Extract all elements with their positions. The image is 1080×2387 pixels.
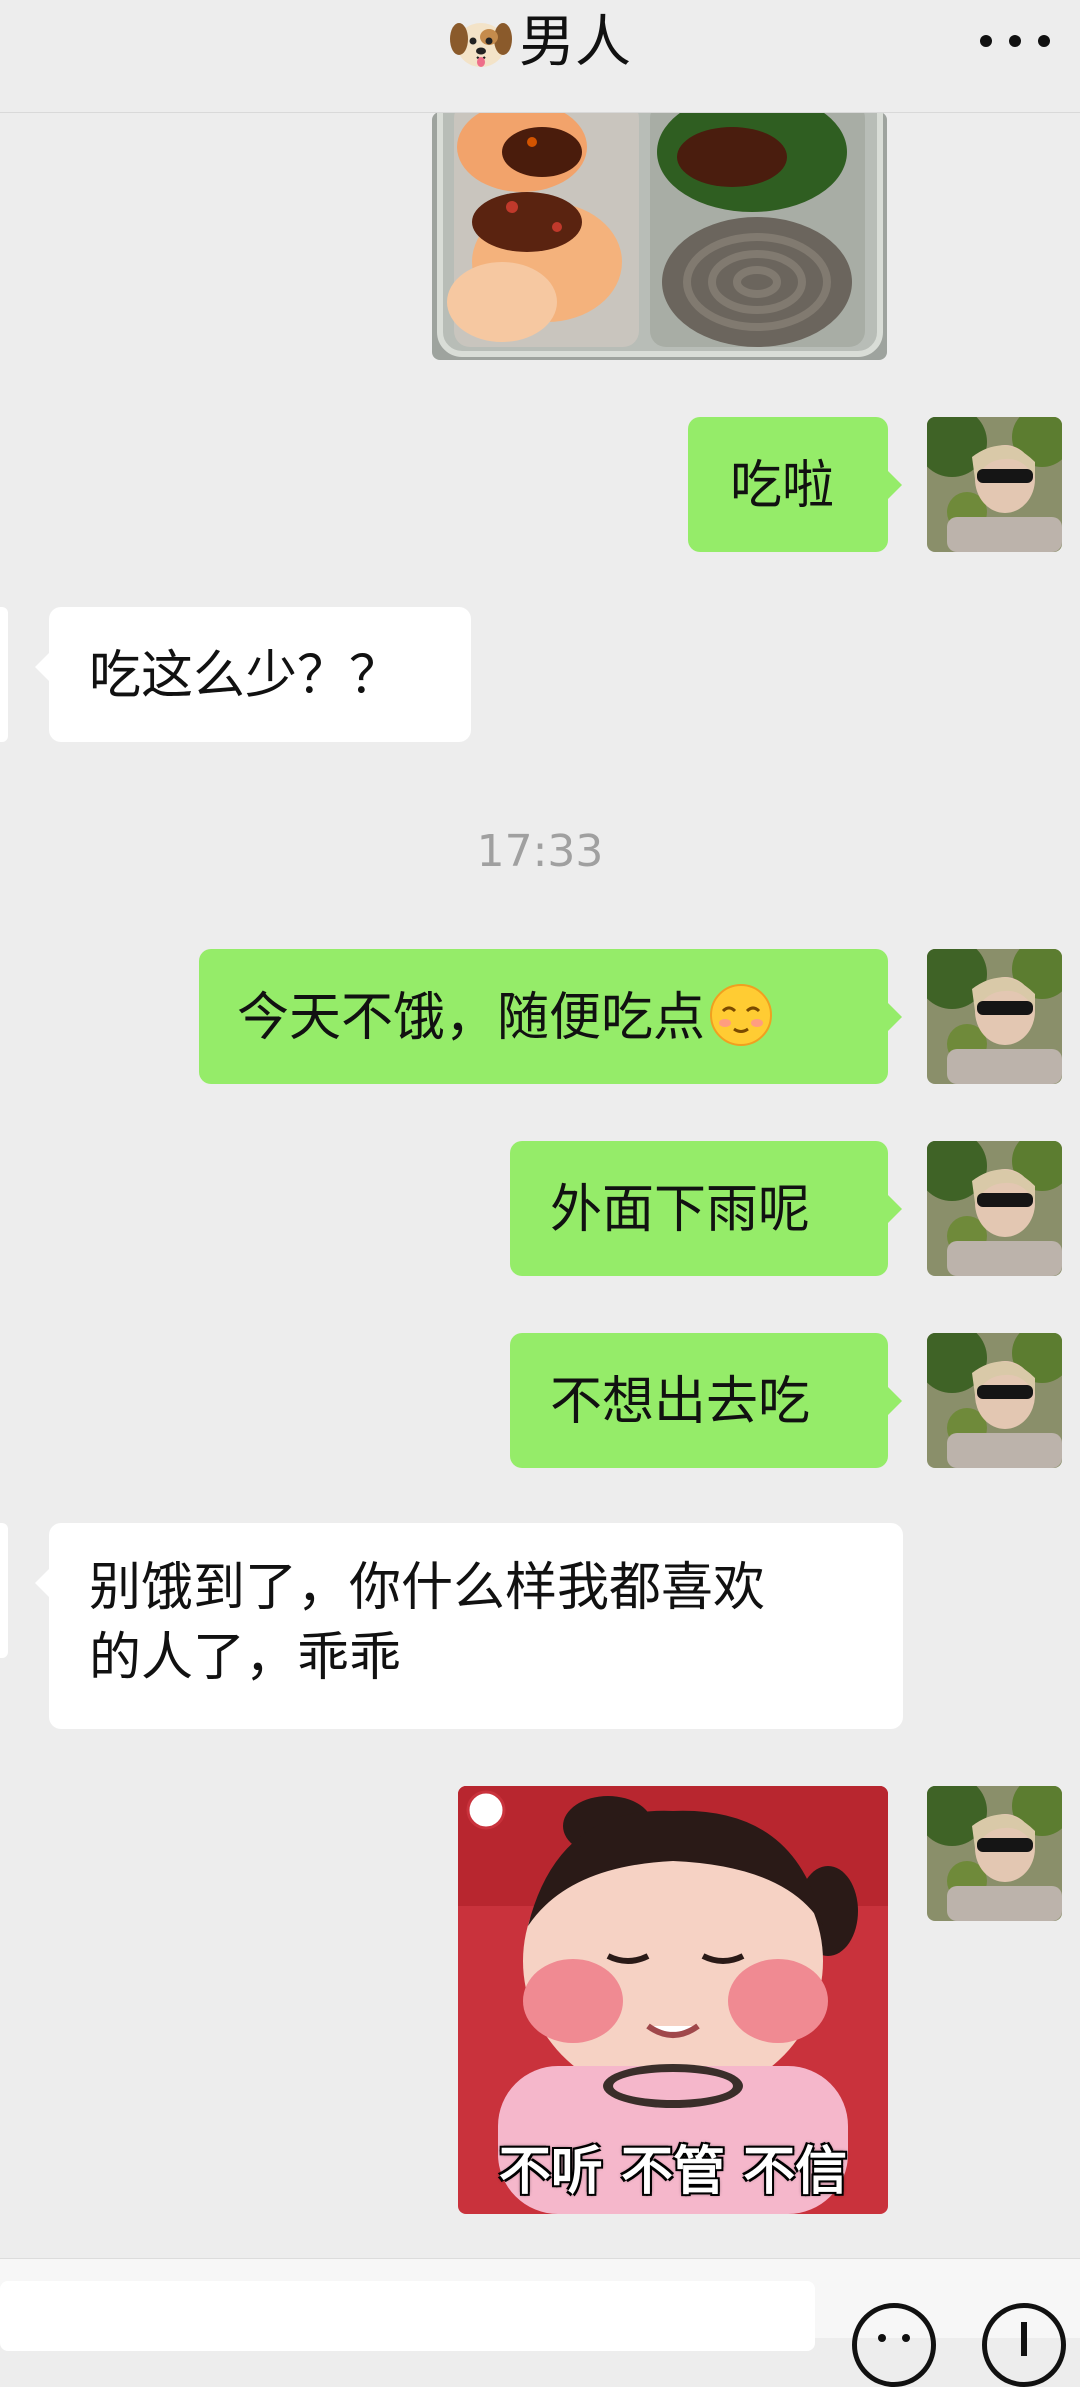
message-text: 吃啦	[730, 456, 835, 516]
chat-title-text: 男人	[519, 10, 631, 75]
message-bubble-mine[interactable]: 外面下雨呢	[510, 1141, 902, 1276]
plus-button[interactable]	[982, 2303, 1066, 2387]
more-dots-icon	[980, 35, 992, 47]
message-bubble-mine[interactable]: 今天不饿，随便吃点	[199, 949, 902, 1084]
message-timestamp: 17:33	[476, 826, 604, 877]
message-text-line: 别饿到了，你什么样我都喜欢	[89, 1558, 766, 1618]
more-dots-icon	[1009, 35, 1021, 47]
my-avatar[interactable]	[927, 949, 1062, 1084]
other-avatar-edge	[0, 1523, 8, 1658]
more-dots-icon	[1038, 35, 1050, 47]
emoji-smile-icon	[878, 2334, 910, 2342]
other-avatar-edge	[0, 607, 8, 742]
relieved-face-emoji	[710, 984, 773, 1046]
dog-face-icon	[450, 23, 512, 67]
message-text: 今天不饿，随便吃点	[237, 975, 850, 1050]
my-avatar[interactable]	[927, 1141, 1062, 1276]
my-avatar[interactable]	[927, 1333, 1062, 1468]
emoji-button[interactable]	[852, 2303, 936, 2387]
input-bar	[0, 2258, 1080, 2387]
message-text-content: 今天不饿，随便吃点	[237, 988, 706, 1048]
sticker-message[interactable]: 不听 不管 不信	[458, 1786, 888, 2214]
message-text: 不想出去吃	[550, 1372, 811, 1432]
message-bubble-other[interactable]: 吃这么少？？	[35, 607, 471, 742]
message-bubble-mine[interactable]: 不想出去吃	[510, 1333, 902, 1468]
food-photo-message[interactable]	[432, 112, 887, 360]
my-avatar[interactable]	[927, 1786, 1062, 1921]
chat-message-list[interactable]: 吃啦 吃这么少？？ 17:33 今天不饿，随便吃点 外面下雨呢 不想出去吃 别饿…	[0, 0, 1080, 2260]
message-text-line: 的人了，乖乖	[89, 1628, 402, 1688]
more-options-button[interactable]	[980, 16, 1050, 66]
message-input[interactable]	[0, 2281, 815, 2351]
plus-circle-icon	[1021, 2322, 1027, 2356]
chat-header: 男人	[0, 0, 1080, 113]
my-avatar[interactable]	[927, 417, 1062, 552]
sticker-caption: 不听 不管 不信	[498, 2142, 848, 2202]
message-text: 外面下雨呢	[550, 1180, 811, 1240]
message-bubble-other[interactable]: 别饿到了，你什么样我都喜欢 的人了，乖乖	[35, 1523, 903, 1729]
message-bubble-mine[interactable]: 吃啦	[688, 417, 902, 552]
message-text: 吃这么少？？	[89, 646, 402, 706]
chat-title: 男人	[0, 8, 1080, 78]
